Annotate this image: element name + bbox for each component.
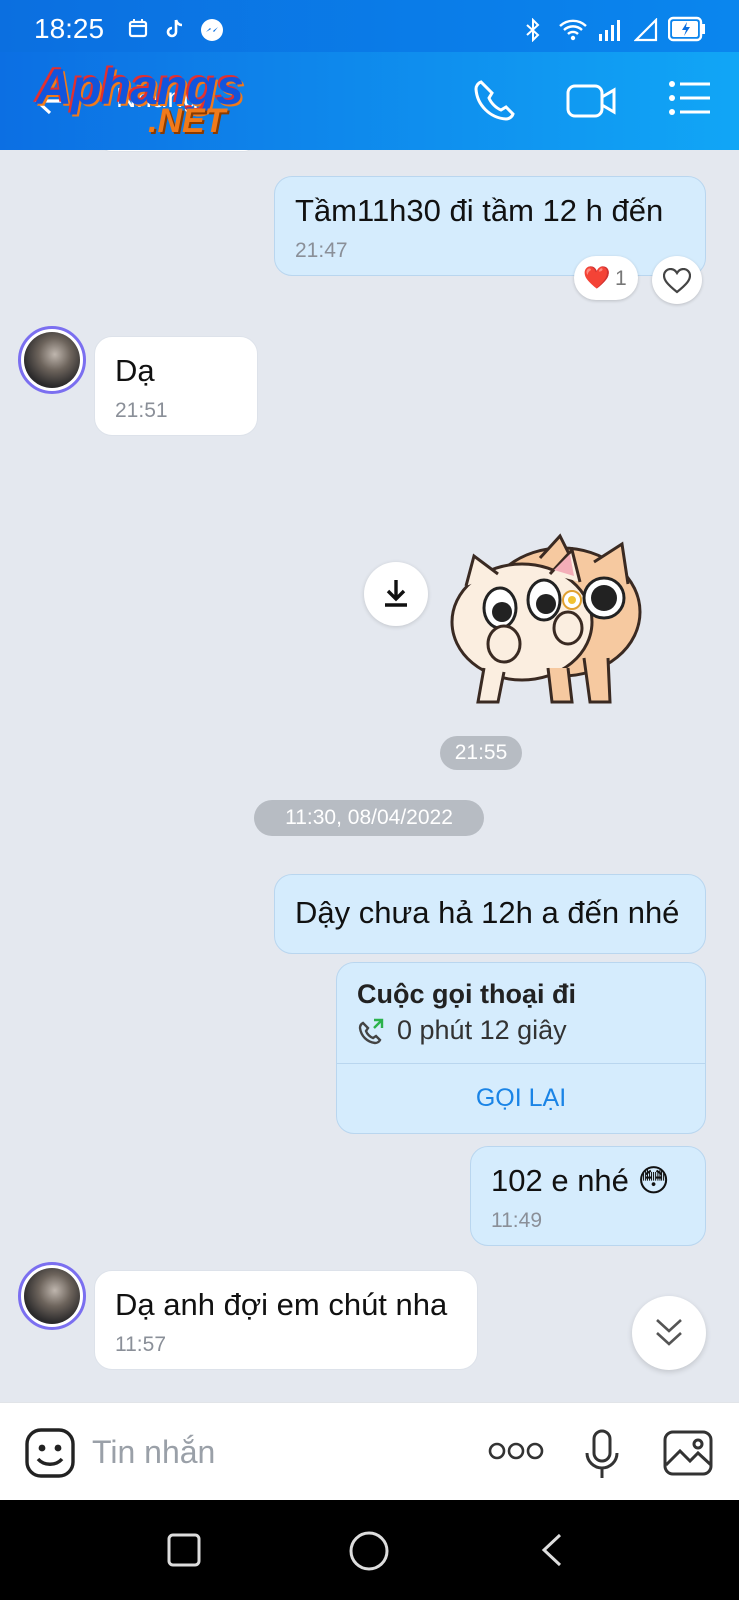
- calendar-icon: [128, 19, 148, 38]
- message-text: Dạ anh đợi em chút nha: [115, 1287, 448, 1322]
- reaction-badge[interactable]: ❤️ 1: [574, 256, 638, 300]
- messenger-icon: [201, 19, 223, 41]
- signal-empty-icon: [634, 18, 658, 42]
- outgoing-message[interactable]: Dậy chưa hả 12h a đến nhé: [274, 874, 706, 954]
- message-text: Dạ: [115, 353, 155, 388]
- double-chevron-down-icon: [656, 1319, 682, 1346]
- signal-icon: [599, 20, 620, 41]
- incoming-message[interactable]: Dạ anh đợi em chút nha 11:57: [94, 1270, 478, 1370]
- date-separator: 11:30, 08/04/2022: [254, 800, 484, 836]
- tiktok-icon: [166, 19, 183, 38]
- message-time: 11:57: [115, 1333, 166, 1356]
- call-back-button[interactable]: GỌI LẠI: [337, 1063, 705, 1133]
- wifi-icon: [559, 19, 587, 41]
- message-text: 102 e nhé 😳: [491, 1163, 670, 1198]
- message-text: Tầm11h30 đi tầm 12 h đến: [295, 193, 664, 228]
- phone-call-icon[interactable]: [472, 78, 518, 124]
- watermark-bottom-text: .NET: [148, 102, 226, 140]
- scroll-to-bottom-button[interactable]: [632, 1296, 706, 1370]
- recent-apps-icon[interactable]: [166, 1532, 202, 1568]
- incoming-message[interactable]: Dạ 21:51: [94, 336, 258, 436]
- image-gallery-icon[interactable]: [662, 1429, 714, 1477]
- more-options-icon[interactable]: [488, 1441, 544, 1461]
- chat-area[interactable]: Tầm11h30 đi tầm 12 h đến 21:47 ❤️ 1 Dạ 2…: [0, 150, 739, 1402]
- watermark-logo: Aphangs .NET: [36, 58, 266, 144]
- home-icon[interactable]: [348, 1530, 390, 1572]
- heart-outline-icon: [663, 268, 691, 294]
- message-input[interactable]: [92, 1423, 462, 1481]
- download-icon: [385, 580, 407, 607]
- download-sticker-button[interactable]: [364, 562, 428, 626]
- status-time: 18:25: [34, 13, 105, 44]
- contact-avatar[interactable]: [18, 1262, 86, 1330]
- android-nav-bar: [0, 1500, 739, 1600]
- microphone-icon[interactable]: [584, 1429, 620, 1481]
- voice-call-card[interactable]: Cuộc gọi thoại đi 0 phút 12 giây GỌI LẠI: [336, 962, 706, 1134]
- outgoing-message[interactable]: 102 e nhé 😳 11:49: [470, 1146, 706, 1246]
- call-title: Cuộc gọi thoại đi: [357, 979, 576, 1009]
- call-duration: 0 phút 12 giây: [397, 1015, 567, 1045]
- previous-message-bubble: [100, 150, 255, 152]
- emoji-sticker-icon[interactable]: [24, 1427, 76, 1479]
- status-bar: 18:25: [0, 0, 739, 52]
- menu-list-icon[interactable]: [668, 78, 712, 118]
- reaction-count: 1: [615, 267, 627, 290]
- outgoing-call-icon: [358, 1018, 384, 1045]
- battery-icon: [668, 16, 705, 42]
- message-time: 11:49: [491, 1209, 542, 1232]
- flushed-emoji: 😳: [637, 1163, 670, 1198]
- bluetooth-icon: [526, 18, 540, 42]
- video-call-icon[interactable]: [566, 78, 618, 124]
- chat-header: Nhung Aphangs .NET: [0, 52, 739, 150]
- nav-back-icon[interactable]: [540, 1532, 564, 1568]
- cat-sticker-image[interactable]: [444, 528, 652, 708]
- sticker-time-chip: 21:55: [440, 736, 522, 770]
- message-text: Dậy chưa hả 12h a đến nhé: [295, 895, 680, 930]
- message-time: 21:51: [115, 399, 168, 422]
- contact-avatar[interactable]: [18, 326, 86, 394]
- heart-reaction-icon: ❤️: [583, 265, 611, 290]
- message-input-bar: [0, 1402, 739, 1500]
- outgoing-message[interactable]: Tầm11h30 đi tầm 12 h đến 21:47: [274, 176, 706, 276]
- add-reaction-button[interactable]: [652, 256, 702, 304]
